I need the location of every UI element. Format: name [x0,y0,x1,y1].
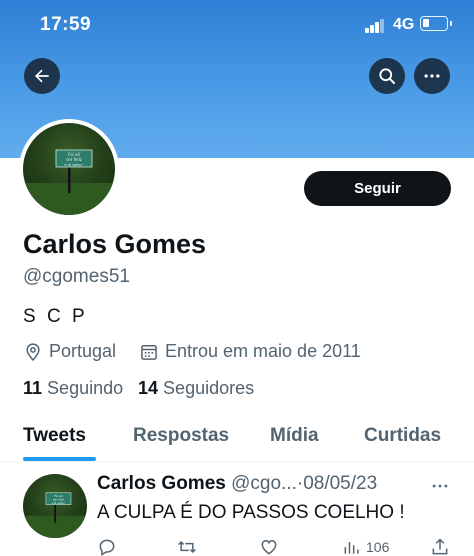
views-button[interactable]: 106 [342,537,389,556]
location-text: Portugal [49,341,117,361]
tweet-author-handle[interactable]: @cgo... [231,473,297,494]
status-time: 17:59 [40,14,92,35]
share-button[interactable] [430,537,450,556]
profile-tabs: Tweets Respostas Mídia Curtidas [0,412,474,462]
tweet-author-name[interactable]: Carlos Gomes [97,473,226,494]
battery-icon [420,16,452,31]
more-horizontal-icon [424,74,440,78]
following-label: Seguindo [47,378,124,398]
tab-curtidas[interactable]: Curtidas [364,425,441,447]
tweet-date[interactable]: 08/05/23 [303,473,377,494]
network-label: 4G [393,16,415,33]
tab-tweets[interactable]: Tweets [23,425,86,447]
search-icon [379,68,396,85]
tweet-text: A CULPA É DO PASSOS COELHO ! [97,502,405,523]
search-button[interactable] [369,58,405,94]
views-count: 106 [366,539,390,555]
more-horizontal-icon [432,484,448,488]
following-count: 11 [23,378,43,398]
avatar-sign-picture: Foi ali ser feliz e já volta ! [23,149,115,215]
like-button[interactable] [259,537,279,556]
bar-chart-icon [344,542,359,554]
svg-text:ser feliz: ser feliz [66,157,82,162]
avatar-image: Foi ali ser feliz e já volta ! [23,123,115,215]
arrow-left-icon [35,69,49,83]
joined-text: Entrou em maio de 2011 [165,341,361,361]
tweet-more-button[interactable] [430,476,450,501]
retweet-button[interactable] [176,537,198,556]
tab-midia[interactable]: Mídia [270,425,319,447]
tab-respostas[interactable]: Respostas [133,425,229,447]
status-bar: 17:59 4G [0,0,474,50]
followers-link[interactable]: 14 Seguidores [138,378,254,399]
tweet-header: Carlos Gomes @cgo...·08/05/23 [97,473,377,495]
retweet-icon [178,540,196,554]
followers-count: 14 [138,378,159,398]
profile-avatar[interactable]: Foi ali ser feliz e já volta ! [19,119,119,219]
follow-button[interactable]: Seguir [304,171,451,206]
heart-icon [261,539,277,555]
profile-location: Portugal [23,341,116,362]
followers-label: Seguidores [163,378,255,398]
profile-joined: Entrou em maio de 2011 [139,341,361,362]
tweet-actions: 106 [0,537,474,556]
svg-text:e já volta !: e já volta ! [52,501,65,505]
active-tab-indicator [23,457,96,461]
svg-text:e já volta !: e já volta ! [64,163,83,167]
calendar-icon [141,344,157,360]
signal-icon [365,19,385,33]
share-icon [432,538,448,555]
tweet-avatar[interactable]: Foi ali ser feliz e já volta ! [23,474,87,538]
location-pin-icon [26,342,40,361]
reply-button[interactable] [97,537,117,556]
avatar-sign-picture: Foi ali ser feliz e já volta ! [23,492,87,538]
more-button[interactable] [414,58,450,94]
svg-text:ser feliz: ser feliz [53,497,64,501]
reply-icon [99,539,115,556]
following-link[interactable]: 11 Seguindo [23,378,123,399]
profile-bio: S C P [23,306,88,327]
profile-name: Carlos Gomes [23,229,207,259]
profile-handle: @cgomes51 [23,266,130,287]
back-button[interactable] [24,58,60,94]
